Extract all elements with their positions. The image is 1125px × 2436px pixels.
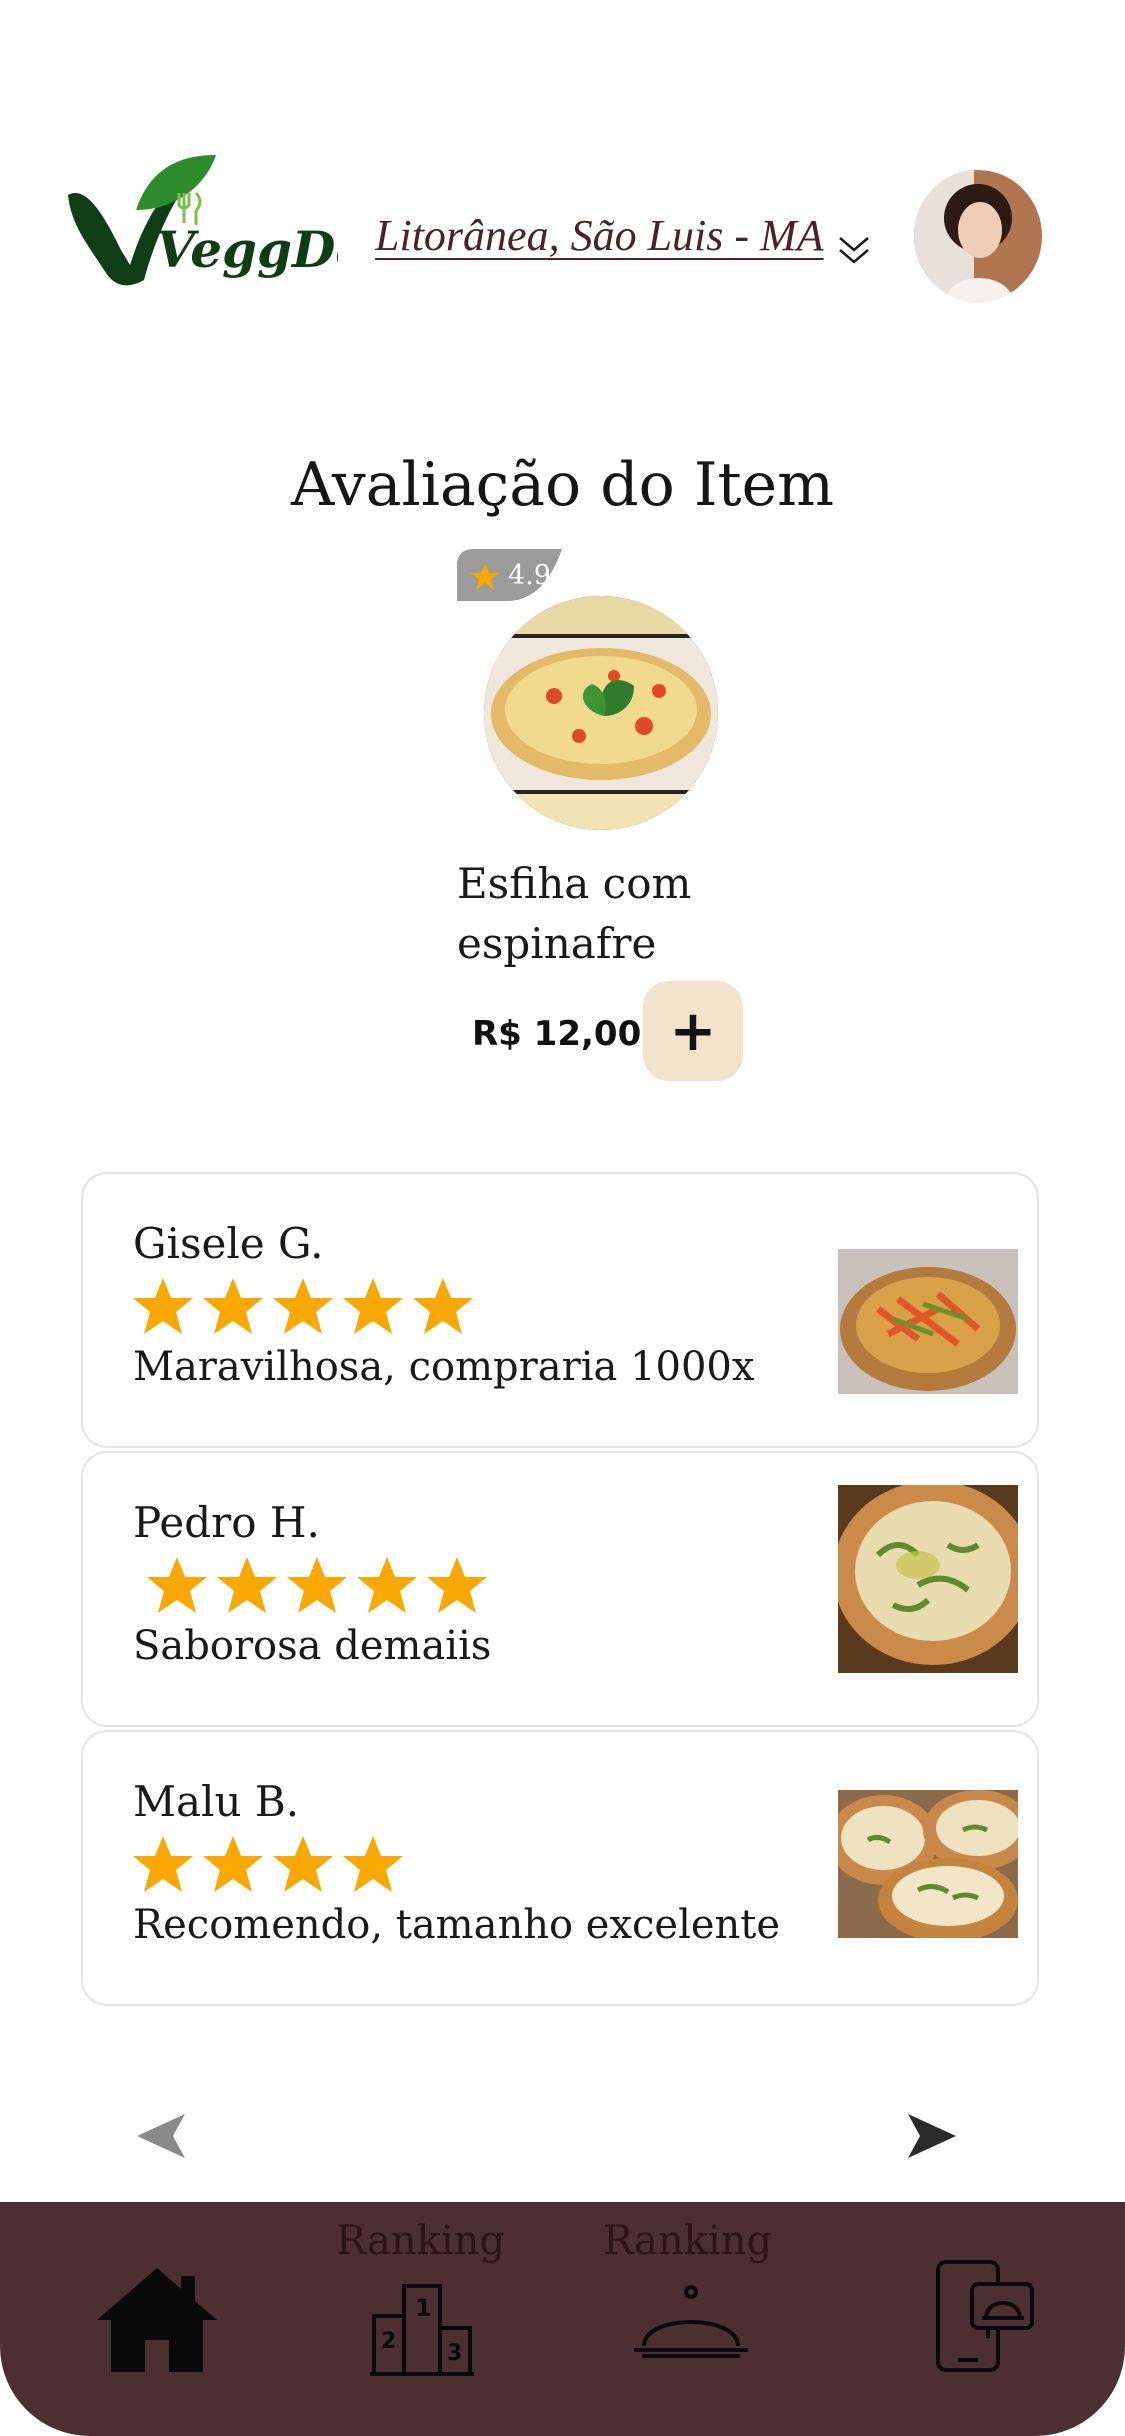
reviewer-name: Malu B. — [133, 1777, 300, 1826]
review-text: Saborosa demaiis — [133, 1623, 492, 1669]
podium-icon[interactable]: 1 2 3 — [370, 2282, 474, 2378]
item-photo — [484, 596, 718, 830]
star-rating — [133, 1278, 473, 1334]
reviewer-name: Gisele G. — [133, 1219, 324, 1268]
review-card: Pedro H. Saborosa demaiis — [81, 1451, 1039, 1727]
review-text: Recomendo, tamanho excelente — [133, 1902, 781, 1948]
star-rating — [147, 1557, 487, 1613]
review-card: Gisele G. Maravilhosa, compraria 1000x — [81, 1172, 1039, 1448]
review-text: Maravilhosa, compraria 1000x — [133, 1344, 755, 1390]
page-title: Avaliação do Item — [290, 450, 835, 520]
phone-chat-icon[interactable] — [932, 2258, 1036, 2374]
nav-label-ranking: Ranking — [336, 2218, 506, 2264]
location-selector[interactable]: Litorânea, São Luis - MA — [375, 210, 824, 261]
star-icon — [133, 1278, 473, 1334]
star-icon — [133, 1836, 403, 1892]
svg-text:2: 2 — [381, 2329, 396, 2354]
star-icon — [147, 1557, 487, 1613]
item-price: R$ 12,00 — [472, 1014, 642, 1054]
review-photo — [838, 1790, 1018, 1938]
app-logo: VeggDelivery — [66, 155, 524, 295]
rating-value: 4.9 — [508, 560, 551, 591]
cloche-icon[interactable] — [632, 2284, 750, 2364]
svg-text:3: 3 — [447, 2341, 462, 2366]
logo-text: VeggDelivery — [156, 220, 338, 279]
item-name: Esfiha com espinafre — [457, 859, 692, 968]
avatar[interactable] — [914, 170, 1042, 302]
arrow-left-icon[interactable] — [135, 2110, 187, 2162]
svg-text:1: 1 — [415, 2294, 432, 2322]
review-photo — [838, 1485, 1018, 1673]
review-photo — [838, 1249, 1018, 1394]
add-to-cart-button[interactable]: + — [643, 981, 743, 1081]
arrow-right-icon[interactable] — [906, 2110, 958, 2162]
review-card: Malu B. Recomendo, tamanho excelente — [81, 1730, 1039, 2006]
nav-label-ranking-2: Ranking — [603, 2218, 773, 2264]
chevron-down-icon[interactable] — [836, 232, 872, 272]
star-rating — [133, 1836, 403, 1892]
home-icon[interactable] — [95, 2266, 219, 2374]
reviewer-name: Pedro H. — [133, 1498, 320, 1547]
